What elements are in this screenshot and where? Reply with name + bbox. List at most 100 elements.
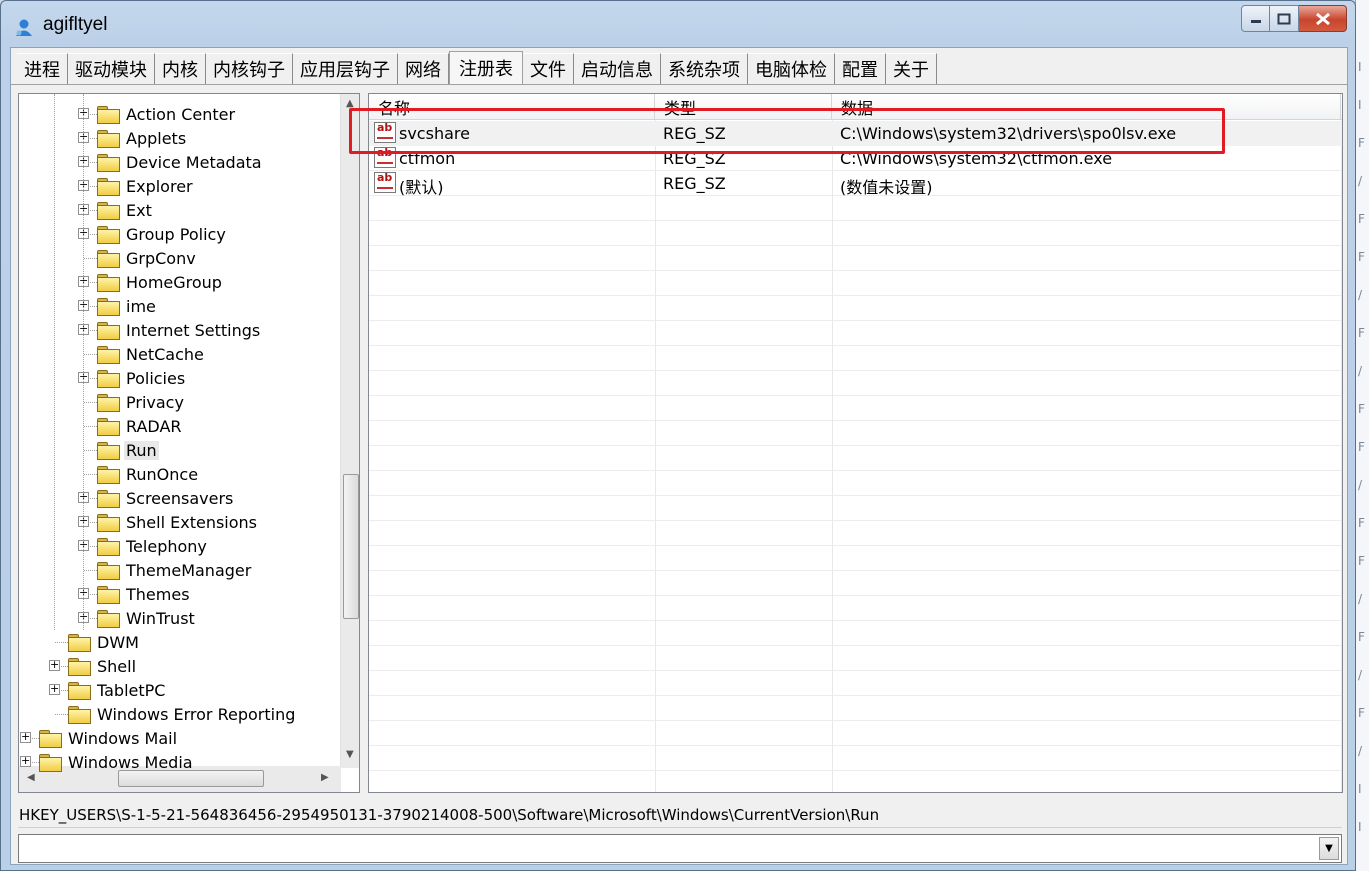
tree-item[interactable]: Shell Extensions: [97, 510, 259, 534]
tree-item[interactable]: Run: [97, 438, 159, 462]
title-bar[interactable]: agifltyel: [1, 1, 1355, 47]
tree-item[interactable]: Ext: [97, 198, 154, 222]
folder-icon: [97, 297, 120, 316]
tab-11[interactable]: 配置: [835, 53, 886, 84]
tree-item[interactable]: RunOnce: [97, 462, 200, 486]
tree-item[interactable]: TabletPC: [68, 678, 167, 702]
tree-item-label: ThemeManager: [126, 560, 252, 580]
path-combo-box[interactable]: ▼: [18, 834, 1342, 863]
tree-item[interactable]: HomeGroup: [97, 270, 224, 294]
tree-item[interactable]: Themes: [97, 582, 192, 606]
open-folder-icon: [97, 441, 120, 460]
tree-item-label: Action Center: [126, 104, 236, 124]
background-text: /: [1358, 174, 1363, 188]
tree-item[interactable]: Internet Settings: [97, 318, 262, 342]
folder-icon: [97, 393, 120, 412]
tab-2[interactable]: 内核: [155, 53, 206, 84]
tree-item[interactable]: Windows Error Reporting: [68, 702, 297, 726]
expand-plus-icon[interactable]: +: [49, 659, 60, 671]
scroll-right-arrow-icon[interactable]: ▶: [321, 772, 329, 783]
tree-item-label: NetCache: [126, 344, 204, 364]
folder-icon: [97, 513, 120, 532]
tree-item-label: WinTrust: [126, 608, 195, 628]
tree-item-label: Policies: [126, 368, 186, 388]
tree-item[interactable]: RADAR: [97, 414, 184, 438]
background-text: /: [1358, 668, 1363, 682]
folder-icon: [39, 729, 62, 748]
minimize-button[interactable]: [1241, 5, 1270, 32]
background-window-strip: I I F / F F / F / F F / F F / F / F / I I: [1355, 0, 1369, 871]
folder-icon: [68, 705, 91, 724]
tree-item[interactable]: WinTrust: [97, 606, 197, 630]
tree-item-label: Ext: [126, 200, 152, 220]
scroll-left-arrow-icon[interactable]: ◀: [27, 772, 35, 783]
folder-icon: [97, 489, 120, 508]
background-text: /: [1358, 478, 1363, 492]
cell-type: REG_SZ: [663, 174, 726, 193]
folder-icon: [97, 561, 120, 580]
tree-item[interactable]: Device Metadata: [97, 150, 264, 174]
tab-12[interactable]: 关于: [886, 53, 937, 84]
tree-item[interactable]: NetCache: [97, 342, 206, 366]
expand-plus-icon[interactable]: +: [20, 731, 31, 743]
close-button[interactable]: [1299, 5, 1347, 32]
highlight-annotation-box: [349, 108, 1225, 154]
scroll-down-arrow-icon[interactable]: ▼: [346, 749, 354, 760]
tree-vertical-scrollbar[interactable]: ▲ ▼: [340, 94, 359, 768]
background-text: I: [1358, 98, 1362, 112]
tree-item-label: Themes: [126, 584, 190, 604]
chevron-down-icon: ▼: [1325, 843, 1333, 854]
background-text: I: [1358, 782, 1362, 796]
table-row[interactable]: ab (默认) REG_SZ (数值未设置): [369, 171, 1342, 197]
registry-tree[interactable]: ▲ ▼ ◀ ▶ Action Center + Applets + Device Met…: [18, 93, 360, 793]
tab-10[interactable]: 电脑体检: [748, 53, 835, 84]
tab-1[interactable]: 驱动模块: [68, 53, 155, 84]
tree-item-label: Internet Settings: [126, 320, 261, 340]
registry-path-status: HKEY_USERS\S-1-5-21-564836456-2954950131…: [18, 802, 1342, 828]
tree-item-label: HomeGroup: [126, 272, 222, 292]
tree-item[interactable]: DWM: [68, 630, 141, 654]
background-text: /: [1358, 592, 1363, 606]
expand-plus-icon[interactable]: +: [20, 755, 31, 767]
tree-item-label: Windows Media: [68, 752, 193, 772]
tree-item-label: Screensavers: [126, 488, 234, 508]
tree-item[interactable]: ime: [97, 294, 158, 318]
registry-values-list[interactable]: 名称 类型 数据 ab svcshare REG_SZ C:\Windows\syst…: [368, 93, 1343, 793]
tree-item[interactable]: Applets: [97, 126, 188, 150]
tab-3[interactable]: 内核钩子: [206, 53, 293, 84]
tree-item[interactable]: Screensavers: [97, 486, 235, 510]
tree-item[interactable]: Action Center: [97, 102, 237, 126]
tree-item[interactable]: Group Policy: [97, 222, 228, 246]
tree-item[interactable]: Shell: [68, 654, 138, 678]
background-text: /: [1358, 364, 1363, 378]
tree-item[interactable]: Windows Media: [39, 750, 195, 774]
folder-icon: [97, 609, 120, 628]
background-text: I: [1358, 820, 1362, 834]
tab-7[interactable]: 文件: [523, 53, 574, 84]
tree-item-label: RADAR: [126, 416, 182, 436]
tab-9[interactable]: 系统杂项: [661, 53, 748, 84]
maximize-icon: [1277, 13, 1291, 24]
expand-plus-icon[interactable]: +: [49, 683, 60, 695]
maximize-button[interactable]: [1270, 5, 1299, 32]
tree-item[interactable]: Privacy: [97, 390, 186, 414]
tree-item[interactable]: Policies: [97, 366, 187, 390]
app-icon: [16, 19, 32, 36]
tree-vscroll-thumb[interactable]: [343, 474, 359, 619]
background-text: F: [1358, 136, 1365, 150]
folder-icon: [97, 153, 120, 172]
combo-dropdown-button[interactable]: ▼: [1319, 837, 1339, 860]
tree-item[interactable]: Explorer: [97, 174, 195, 198]
tab-0[interactable]: 进程: [17, 53, 68, 84]
tree-item[interactable]: Telephony: [97, 534, 209, 558]
tab-4[interactable]: 应用层钩子: [293, 53, 398, 84]
tab-5[interactable]: 网络: [398, 53, 449, 84]
tree-item[interactable]: Windows Mail: [39, 726, 179, 750]
folder-icon: [97, 273, 120, 292]
tab-8[interactable]: 启动信息: [574, 53, 661, 84]
tree-item[interactable]: ThemeManager: [97, 558, 253, 582]
folder-icon: [97, 465, 120, 484]
tree-item[interactable]: GrpConv: [97, 246, 198, 270]
folder-icon: [97, 537, 120, 556]
tab-6[interactable]: 注册表: [449, 51, 523, 84]
